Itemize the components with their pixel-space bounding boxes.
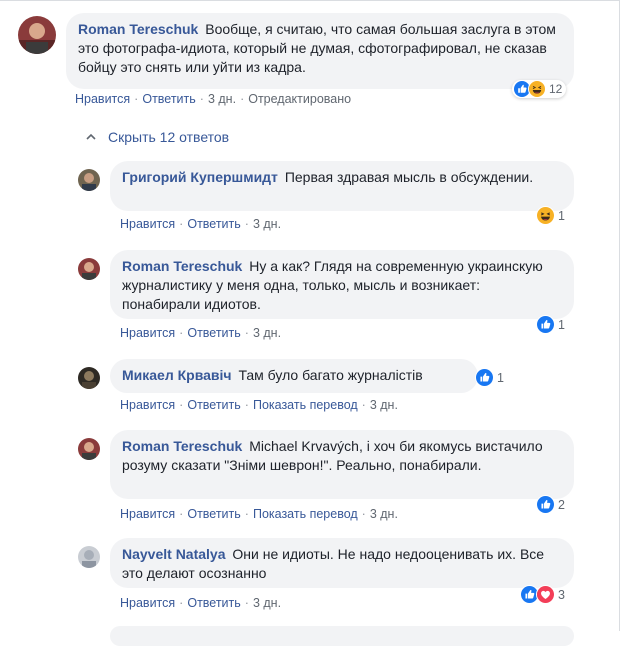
like-button[interactable]: Нравится: [120, 217, 175, 231]
comment-time[interactable]: 3 дн.: [208, 92, 236, 106]
comment-author[interactable]: Roman Tereschuk: [78, 21, 198, 37]
like-button[interactable]: Нравится: [120, 596, 175, 610]
reply-button[interactable]: Ответить: [187, 596, 240, 610]
avatar[interactable]: [78, 258, 100, 280]
reply-author[interactable]: Григорий Купершмидт: [122, 169, 278, 185]
like-button[interactable]: Нравится: [120, 507, 175, 521]
reply-text: Там було багато журналістів: [238, 367, 423, 383]
edited-label[interactable]: Отредактировано: [248, 92, 351, 106]
chevron-up-icon: [86, 133, 96, 140]
reply-time[interactable]: 3 дн.: [253, 217, 281, 231]
reply-button[interactable]: Ответить: [187, 398, 240, 412]
haha-icon: [528, 80, 546, 98]
reply-bubble: Микаел Крвавіч Там було багато журналіст…: [110, 359, 478, 393]
reply-time[interactable]: 3 дн.: [370, 398, 398, 412]
like-icon: [475, 368, 494, 387]
reply-author[interactable]: Nayvelt Natalya: [122, 546, 226, 562]
comment-actions: Нравится · Ответить · 3 дн. · Отредактировано: [75, 92, 352, 106]
hide-replies-label: Скрыть 12 ответов: [108, 129, 230, 145]
reply-bubble: Григорий Купершмидт Первая здравая мысль…: [110, 161, 574, 211]
avatar[interactable]: [78, 438, 100, 460]
like-button[interactable]: Нравится: [120, 326, 175, 340]
haha-icon: [536, 206, 555, 225]
reaction-count: 1: [497, 370, 504, 385]
like-icon: [536, 495, 555, 514]
reply-button[interactable]: Ответить: [142, 92, 195, 106]
avatar[interactable]: [18, 16, 56, 54]
reply-button[interactable]: Ответить: [187, 507, 240, 521]
reaction-count: 1: [558, 317, 565, 332]
avatar[interactable]: [78, 546, 100, 568]
like-button[interactable]: Нравится: [75, 92, 130, 106]
reaction-summary[interactable]: 1: [536, 206, 565, 225]
reply-button[interactable]: Ответить: [187, 217, 240, 231]
reply-text: Первая здравая мысль в обсуждении.: [284, 169, 534, 185]
reply-time[interactable]: 3 дн.: [253, 596, 281, 610]
translate-button[interactable]: Показать перевод: [253, 398, 358, 412]
reply-actions: Нравится · Ответить · Показать перевод · 3 дн.: [120, 398, 398, 412]
reply-actions: Нравится · Ответить · Показать перевод · 3 дн.: [120, 507, 398, 521]
love-icon: [536, 585, 555, 604]
reaction-summary[interactable]: 2: [536, 495, 565, 514]
reaction-count: 12: [549, 82, 563, 96]
reply-bubble: Roman Tereschuk Ну а как? Глядя на совре…: [110, 250, 574, 319]
reaction-summary[interactable]: 3: [520, 585, 565, 604]
top-divider: [0, 0, 620, 1]
like-button[interactable]: Нравится: [120, 398, 175, 412]
reply-author[interactable]: Микаел Крвавіч: [122, 367, 232, 383]
reaction-count: 3: [558, 587, 565, 602]
reply-bubble-partial: [110, 626, 574, 646]
reaction-summary[interactable]: 1: [475, 368, 504, 387]
reply-author[interactable]: Roman Tereschuk: [122, 258, 242, 274]
reply-actions: Нравится · Ответить · 3 дн.: [120, 596, 282, 610]
comment-bubble: Roman Tereschuk Вообще, я считаю, что са…: [66, 13, 574, 89]
reply-time[interactable]: 3 дн.: [370, 507, 398, 521]
avatar[interactable]: [78, 367, 100, 389]
reaction-count: 1: [558, 208, 565, 223]
reply-button[interactable]: Ответить: [187, 326, 240, 340]
avatar[interactable]: [78, 169, 100, 191]
reaction-summary[interactable]: 12: [512, 80, 567, 98]
reaction-count: 2: [558, 497, 565, 512]
reply-time[interactable]: 3 дн.: [253, 326, 281, 340]
reaction-summary[interactable]: 1: [536, 315, 565, 334]
reply-author[interactable]: Roman Tereschuk: [122, 438, 242, 454]
reply-actions: Нравится · Ответить · 3 дн.: [120, 217, 282, 231]
reply-actions: Нравится · Ответить · 3 дн.: [120, 326, 282, 340]
reply-bubble: Roman Tereschuk Michael Krvavých, і хоч …: [110, 430, 574, 499]
reply-bubble: Nayvelt Natalya Они не идиоты. Не надо н…: [110, 538, 574, 588]
hide-replies-button[interactable]: Скрыть 12 ответов: [86, 129, 229, 145]
like-icon: [536, 315, 555, 334]
translate-button[interactable]: Показать перевод: [253, 507, 358, 521]
